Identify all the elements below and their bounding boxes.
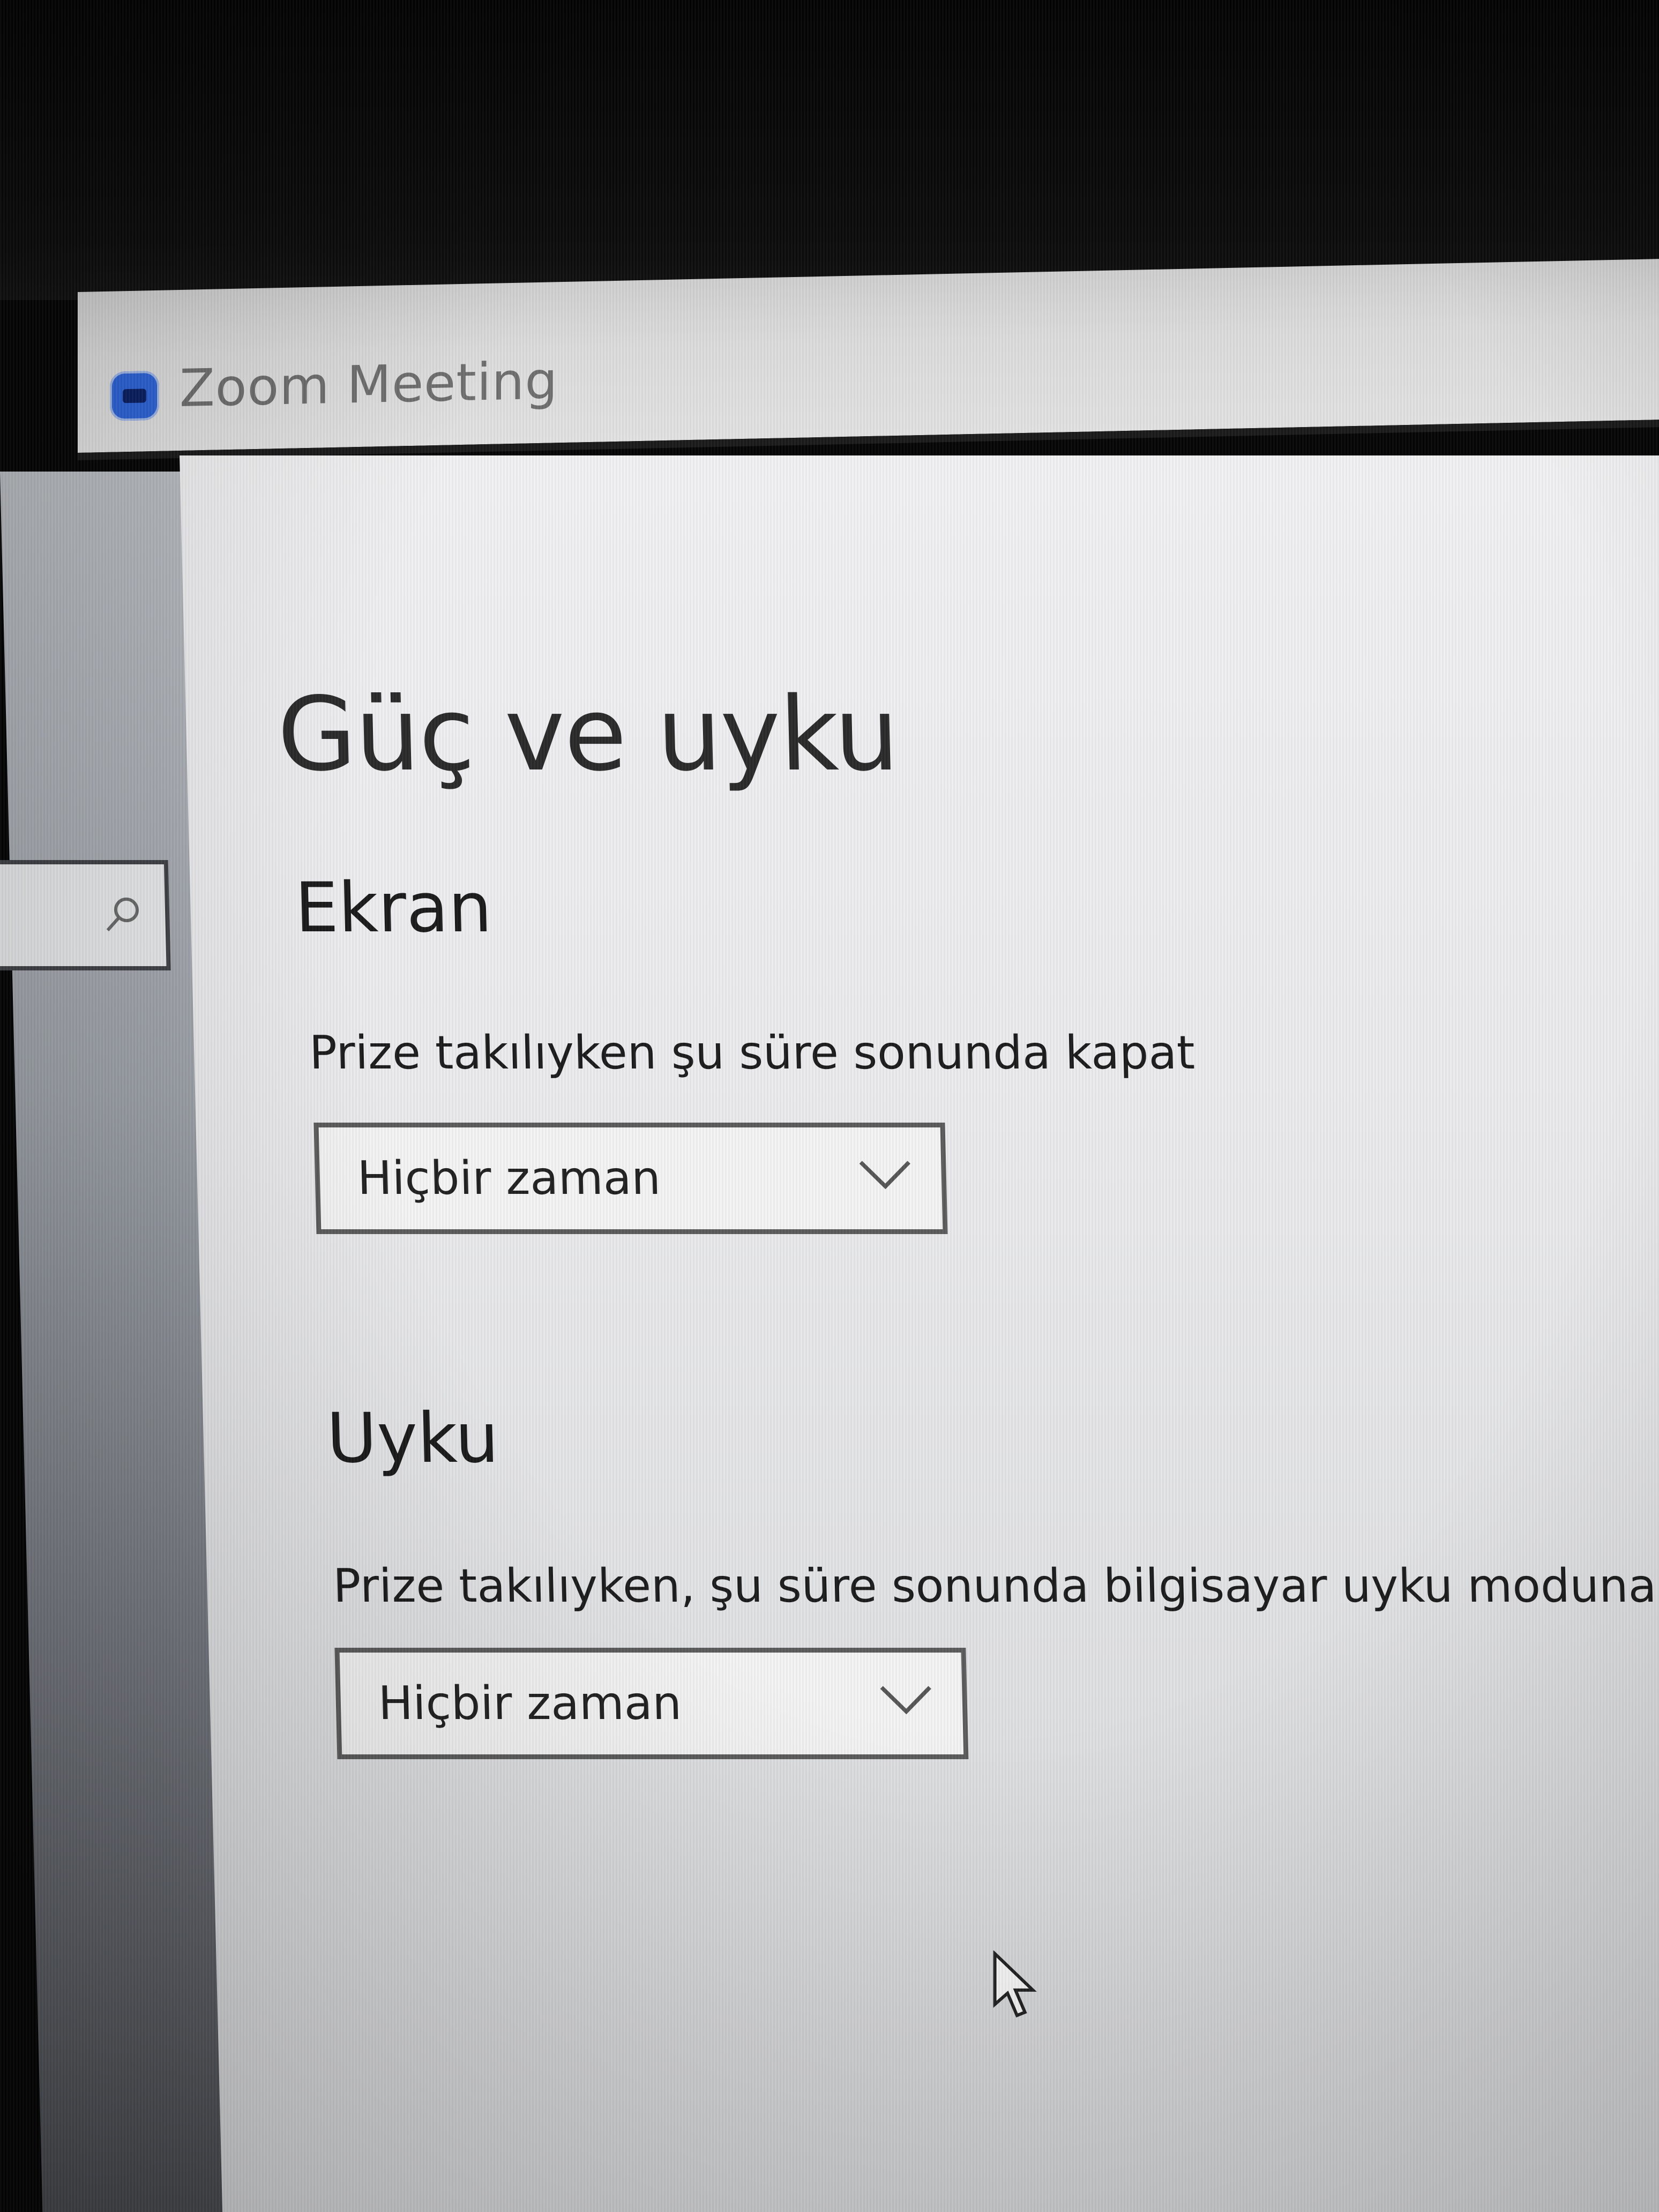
- window-titlebar: Zoom Meeting: [78, 258, 1659, 460]
- monitor-bezel: [0, 0, 1659, 300]
- search-icon: [106, 898, 139, 932]
- sleep-label: Prize takılıyken, şu süre sonunda bilgis…: [332, 1559, 1659, 1613]
- section-heading-sleep: Uyku: [326, 1399, 500, 1478]
- settings-search-input[interactable]: [0, 860, 171, 970]
- photographed-screen: Zoom Meeting Güç ve uyku Ekran Prize tak…: [0, 0, 1659, 2212]
- zoom-app-icon: [110, 370, 159, 421]
- display-off-selected-value: Hiçbir zaman: [356, 1152, 662, 1205]
- settings-content-pane: Güç ve uyku Ekran Prize takılıyken şu sü…: [180, 455, 1659, 2212]
- display-off-dropdown[interactable]: Hiçbir zaman: [313, 1123, 948, 1234]
- mouse-cursor-icon: [993, 1951, 1037, 2017]
- display-off-label: Prize takılıyken şu süre sonunda kapat: [309, 1026, 1196, 1080]
- chevron-down-icon: [880, 1686, 931, 1715]
- window-title: Zoom Meeting: [180, 350, 558, 419]
- page-title: Güç ve uyku: [276, 675, 900, 794]
- sleep-dropdown[interactable]: Hiçbir zaman: [334, 1648, 969, 1759]
- sleep-selected-value: Hiçbir zaman: [377, 1677, 683, 1730]
- chevron-down-icon: [859, 1161, 910, 1190]
- section-heading-display: Ekran: [294, 868, 493, 948]
